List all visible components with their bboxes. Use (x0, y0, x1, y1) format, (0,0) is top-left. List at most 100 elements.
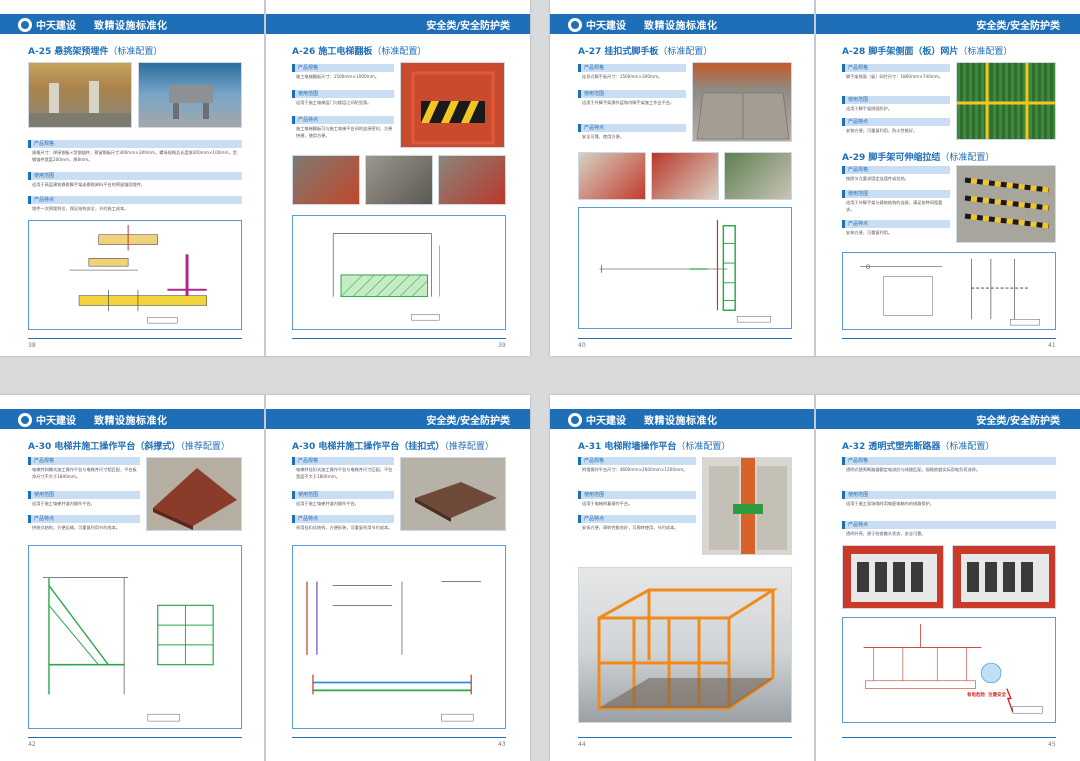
label-feature: 产品特点 (578, 124, 686, 132)
warning-text: 有电危险 注意安全 (967, 693, 1007, 698)
skyline-icon (295, 410, 445, 429)
header-slogan: 致精设施标准化 (94, 21, 168, 32)
photo-orange-cage-platform (578, 567, 792, 723)
footer-rule-right (292, 338, 506, 339)
label-spec: 产品规格 (292, 457, 394, 465)
text-scope: 适用于脚手架侧面防护。 (846, 106, 893, 111)
photo-flap-detail-1 (292, 155, 360, 205)
drawing-a26 (292, 215, 506, 330)
spread-4: 中天建设 致精设施标准化 安全类/安全防护类 A-31 电梯附墙操作平台（标准配… (550, 395, 1080, 761)
header-slogan: 致精设施标准化 (644, 21, 718, 32)
logo-icon (18, 412, 32, 427)
text-feature: 透明外壳，便于检查触头状态，安全可靠。 (846, 531, 926, 536)
label-feature: 产品特点 (842, 521, 1056, 529)
photo-board-1 (578, 152, 646, 200)
header-slogan: 致精设施标准化 (94, 416, 168, 427)
company-logo: 中天建设 (568, 17, 626, 32)
text-spec: 透明式塑壳断路器额定电流应与线路匹配，规格依据实际用电负荷选择。 (846, 467, 981, 472)
text-spec: 施工电梯翻板尺寸：1500mm×1000mm。 (296, 74, 380, 79)
text-spec: 电梯井斜撑式施工操作平台与电梯井尺寸相匹配，平台板净尺寸不大于1800mm。 (32, 467, 137, 479)
drawing-a25 (28, 220, 242, 330)
label-feature: 产品特点 (292, 116, 394, 124)
label-spec: 产品规格 (842, 166, 950, 174)
text-spec: 规格尺寸：焊接钢板×型钢锚件，预留钢板尺寸300mm×300mm，螺母规格及长度… (32, 150, 237, 162)
text-spec: 按照节点要求固定连墙件或拉结。 (846, 176, 909, 181)
drawing-a30a (28, 545, 242, 729)
text-spec: 脚手架侧面（板）网片尺寸：1800mm×740mm。 (846, 74, 944, 79)
spread-1: 中天建设 致精设施标准化 安全类/安全防护类 A-25 悬挑架预埋件（标准配置）… (0, 0, 530, 356)
footer-rule-right (842, 338, 1056, 339)
section-title-a26: A-26 施工电梯翻板（标准配置） (292, 47, 427, 57)
drawing-a29 (842, 252, 1056, 330)
page-gutter (814, 0, 816, 356)
logo-icon (568, 17, 582, 32)
text-scope: 适用于施工电梯井道内操作平台。 (32, 501, 95, 506)
photo-shaft-platform-slant (146, 457, 242, 531)
footer-rule-left (28, 338, 242, 339)
label-scope: 使用范围 (842, 190, 950, 198)
label-spec: 产品规格 (28, 457, 140, 465)
text-feature: 安装方便，可重复利用。 (846, 230, 893, 235)
photo-telescopic-tie (956, 165, 1056, 243)
label-feature: 产品特点 (842, 118, 950, 126)
page-gutter (264, 0, 266, 356)
section-title-a29: A-29 脚手架可伸缩拉结（标准配置） (842, 153, 995, 163)
page-number-right: 39 (498, 342, 506, 349)
page-number-right: 41 (1048, 342, 1056, 349)
footer-rule-left (578, 338, 792, 339)
spread-3: 中天建设 致精设施标准化 安全类/安全防护类 A-30 电梯井施工操作平台（斜撑… (0, 395, 530, 761)
logo-icon (568, 412, 582, 427)
label-scope: 使用范围 (28, 491, 140, 499)
text-scope: 适用于外脚手架与建筑结构的连接，满足各种间距要求。 (846, 200, 943, 212)
photo-lift-attach-platform (702, 457, 792, 555)
page-number-right: 45 (1048, 741, 1056, 748)
logo-text: 中天建设 (36, 21, 76, 32)
page-number-left: 42 (28, 741, 36, 748)
label-spec: 产品规格 (842, 64, 950, 72)
label-scope: 使用范围 (292, 90, 394, 98)
section-title-a31: A-31 电梯附墙操作平台（标准配置） (578, 442, 731, 452)
footer-rule-left (28, 737, 242, 738)
label-feature: 产品特点 (842, 220, 950, 228)
footer-rule-right (842, 737, 1056, 738)
page-number-left: 40 (578, 342, 586, 349)
section-title-a30b: A-30 电梯井施工操作平台（挂扣式）（推荐配置） (292, 442, 494, 452)
photo-breaker-box-2 (952, 545, 1056, 609)
drawing-a27 (578, 207, 792, 329)
text-feature: 安全可靠，使用方便。 (582, 134, 624, 139)
text-feature: 安拆方便，周转性能良好，可周转使用，节约成本。 (582, 525, 679, 530)
drawing-a32: 有电危险 注意安全 (842, 617, 1056, 723)
text-feature: 拼装式结构，方便运输，可重复利用节约成本。 (32, 525, 120, 530)
page-number-left: 44 (578, 741, 586, 748)
text-feature: 施工电梯翻板可与施工电梯平台间的连接密封，方便快捷，使用方便。 (296, 126, 393, 138)
label-feature: 产品特点 (578, 515, 696, 523)
text-scope: 适用于施工现场临时用电配电箱内的线路保护。 (846, 501, 934, 506)
spread-2: 中天建设 致精设施标准化 安全类/安全防护类 A-27 挂扣式脚手板（标准配置）… (550, 0, 1080, 356)
page-gutter (264, 395, 266, 761)
text-feature: 埋件一次预埋到位，保证结构安全，节约施工成本。 (32, 206, 129, 211)
text-scope: 适用于外脚手架操作层和内脚手架施工作业平台。 (582, 100, 675, 105)
text-scope: 适用于施工电梯层门与楼层之间防坠落。 (296, 100, 372, 105)
section-title-a25: A-25 悬挑架预埋件（标准配置） (28, 47, 163, 57)
text-spec: 电梯井挂扣式施工操作平台与电梯井尺寸匹配，平台宽度不大于1800mm。 (296, 467, 393, 479)
text-scope: 适用于高层建筑悬挑脚手架或悬挑卸料平台的预留锚固埋件。 (32, 182, 146, 187)
company-logo: 中天建设 (18, 412, 76, 427)
label-spec: 产品规格 (292, 64, 394, 72)
photo-embedded-part-1 (28, 62, 132, 128)
logo-text: 中天建设 (586, 416, 626, 427)
footer-rule-right (292, 737, 506, 738)
text-spec: 附墙操作平台尺寸：4600mm×2600mm×1200mm。 (582, 467, 688, 472)
label-spec: 产品规格 (28, 140, 242, 148)
company-logo: 中天建设 (18, 17, 76, 32)
label-scope: 使用范围 (578, 90, 686, 98)
text-spec: 挂扣式脚手板尺寸：1500mm×300mm。 (582, 74, 663, 79)
photo-shaft-platform-hook (400, 457, 506, 531)
photo-scaffold-board (692, 62, 792, 142)
header-slogan: 致精设施标准化 (644, 416, 718, 427)
photo-flap-detail-2 (365, 155, 433, 205)
label-scope: 使用范围 (292, 491, 394, 499)
text-feature: 安装方便，可重复利用，防火性能好。 (846, 128, 918, 133)
label-feature: 产品特点 (28, 515, 140, 523)
skyline-icon (295, 15, 445, 34)
label-scope: 使用范围 (842, 491, 1056, 499)
